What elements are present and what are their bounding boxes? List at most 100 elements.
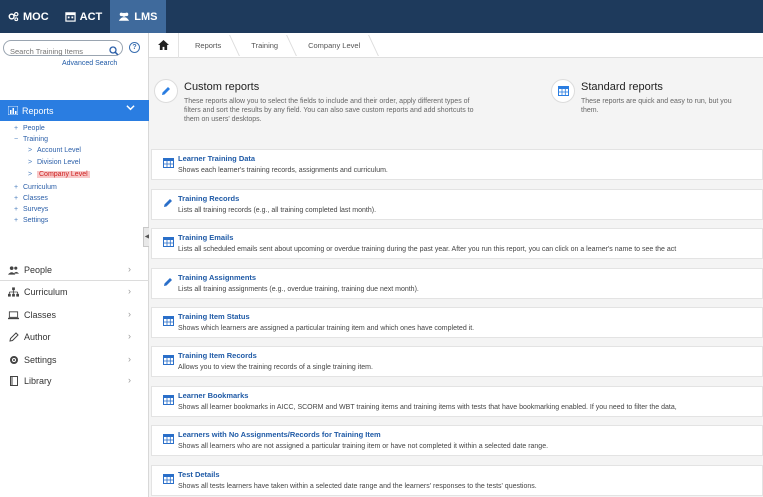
- tree-item-label: Curriculum: [23, 184, 57, 191]
- help-icon[interactable]: ?: [129, 42, 140, 53]
- standard-reports-title: Standard reports: [581, 81, 663, 93]
- report-card-training-records[interactable]: Training Records Lists all training reco…: [151, 189, 763, 220]
- tree-item-training[interactable]: − Training: [14, 136, 48, 143]
- report-card-learner-bookmarks[interactable]: Learner Bookmarks Shows all learner book…: [151, 386, 763, 417]
- report-title[interactable]: Learners with No Assignments/Records for…: [178, 430, 381, 439]
- top-navigation-bar: MOC ACT LMS: [0, 0, 763, 33]
- tree-item-curriculum[interactable]: + Curriculum: [14, 184, 57, 191]
- tree-item-label: Surveys: [23, 206, 49, 213]
- gear-icon: [8, 355, 19, 366]
- report-description: Shows all tests learners have taken with…: [178, 483, 537, 490]
- report-title[interactable]: Learner Bookmarks: [178, 391, 248, 400]
- chevron-right-icon: ›: [128, 331, 131, 341]
- custom-reports-section[interactable]: Custom reports These reports allow you t…: [154, 79, 534, 139]
- report-description: Shows which learners are assigned a part…: [178, 325, 475, 332]
- search-input[interactable]: [4, 44, 104, 59]
- custom-reports-title: Custom reports: [184, 81, 260, 93]
- sidebar-item-author[interactable]: Author ›: [0, 327, 149, 347]
- tab-moc[interactable]: MOC: [0, 0, 57, 33]
- expand-icon: +: [14, 195, 19, 202]
- tree-item-settings[interactable]: + Settings: [14, 217, 48, 224]
- grid-icon: [163, 431, 174, 449]
- report-card-training-item-status[interactable]: Training Item Status Shows which learner…: [151, 307, 763, 338]
- tree-item-label: Training: [23, 136, 49, 143]
- tab-lms-label: LMS: [134, 10, 158, 23]
- bar-chart-icon: [8, 106, 18, 115]
- report-title[interactable]: Training Assignments: [178, 273, 256, 282]
- breadcrumb-reports[interactable]: Reports: [179, 33, 235, 58]
- tree-item-account-level[interactable]: > Account Level: [28, 147, 81, 154]
- chevron-right-icon: >: [28, 171, 33, 178]
- custom-reports-description: These reports allow you to select the fi…: [184, 98, 474, 123]
- tree-item-division-level[interactable]: > Division Level: [28, 159, 80, 166]
- sidebar-item-label: Settings: [24, 355, 57, 365]
- report-card-learners-no-assignments[interactable]: Learners with No Assignments/Records for…: [151, 425, 763, 456]
- report-card-training-assignments[interactable]: Training Assignments Lists all training …: [151, 268, 763, 299]
- standard-reports-section[interactable]: Standard reports These reports are quick…: [551, 79, 763, 139]
- home-icon[interactable]: [149, 32, 179, 58]
- tab-act[interactable]: ACT: [57, 0, 111, 33]
- laptop-icon: [8, 310, 19, 321]
- grid-icon: [163, 313, 174, 331]
- report-card-test-details[interactable]: Test Details Shows all tests learners ha…: [151, 465, 763, 496]
- chevron-right-icon: >: [28, 159, 33, 166]
- chevron-right-icon: >: [28, 147, 33, 154]
- grid-icon: [551, 79, 575, 103]
- report-card-training-emails[interactable]: Training Emails Lists all scheduled emai…: [151, 228, 763, 259]
- sidebar-item-settings[interactable]: Settings ›: [0, 350, 149, 370]
- report-title[interactable]: Training Item Records: [178, 351, 257, 360]
- advanced-search-link[interactable]: Advanced Search: [62, 60, 117, 67]
- tree-item-label: Classes: [23, 195, 48, 202]
- tab-act-label: ACT: [79, 10, 103, 23]
- users-icon: [119, 12, 130, 21]
- pencil-icon: [163, 195, 173, 213]
- sidebar-item-people[interactable]: People ›: [0, 260, 149, 280]
- report-description: Lists all training records (e.g., all tr…: [178, 207, 377, 214]
- tree-item-classes[interactable]: + Classes: [14, 195, 48, 202]
- report-description: Shows all learners who are not assigned …: [178, 443, 549, 450]
- report-description: Lists all training assignments (e.g., ov…: [178, 286, 419, 293]
- sidebar-item-library[interactable]: Library ›: [0, 371, 149, 391]
- breadcrumb-training[interactable]: Training: [235, 33, 292, 58]
- report-title[interactable]: Training Emails: [178, 233, 233, 242]
- report-title[interactable]: Training Records: [178, 194, 239, 203]
- sidebar-item-label: Classes: [24, 310, 57, 320]
- report-title[interactable]: Training Item Status: [178, 312, 250, 321]
- pencil-icon: [154, 79, 178, 103]
- report-card-learner-training-data[interactable]: Learner Training Data Shows each learner…: [151, 149, 763, 180]
- chevron-right-icon: ›: [128, 375, 131, 385]
- sidebar-item-curriculum[interactable]: Curriculum ›: [0, 282, 149, 302]
- report-title[interactable]: Test Details: [178, 470, 220, 479]
- report-description: Lists all scheduled emails sent about up…: [178, 246, 677, 253]
- expand-icon: +: [14, 206, 19, 213]
- search-icon[interactable]: [109, 43, 119, 61]
- tree-item-company-level[interactable]: > Company Level: [28, 171, 90, 178]
- report-card-training-item-records[interactable]: Training Item Records Allows you to view…: [151, 346, 763, 377]
- people-icon: [8, 265, 19, 276]
- tree-item-label: Account Level: [37, 147, 81, 154]
- sitemap-icon: [8, 287, 19, 298]
- gears-icon: [8, 11, 19, 22]
- search-box: [3, 40, 123, 59]
- grid-icon: [163, 471, 174, 489]
- sidebar-item-classes[interactable]: Classes ›: [0, 305, 149, 325]
- sidebar-section-reports[interactable]: Reports: [0, 100, 149, 121]
- report-description: Shows all learner bookmarks in AICC, SCO…: [178, 404, 677, 411]
- report-title[interactable]: Learner Training Data: [178, 154, 255, 163]
- report-description: Shows each learner's training records, a…: [178, 167, 388, 174]
- expand-icon: +: [14, 184, 19, 191]
- collapse-icon: −: [14, 136, 19, 143]
- standard-reports-description: These reports are quick and easy to run,…: [581, 98, 732, 114]
- chevron-down-icon[interactable]: [126, 103, 135, 114]
- chevron-right-icon: ›: [128, 354, 131, 364]
- tab-lms[interactable]: LMS: [110, 0, 166, 33]
- tree-item-people[interactable]: + People: [14, 125, 45, 132]
- tab-moc-label: MOC: [23, 10, 49, 23]
- expand-icon: +: [14, 125, 19, 132]
- chevron-right-icon: ›: [128, 286, 131, 296]
- grid-icon: [163, 352, 174, 370]
- report-description: Allows you to view the training records …: [178, 364, 373, 371]
- tree-item-surveys[interactable]: + Surveys: [14, 206, 48, 213]
- main-content: Reports Training Company Level Custom re…: [149, 32, 763, 497]
- pencil-icon: [163, 274, 173, 292]
